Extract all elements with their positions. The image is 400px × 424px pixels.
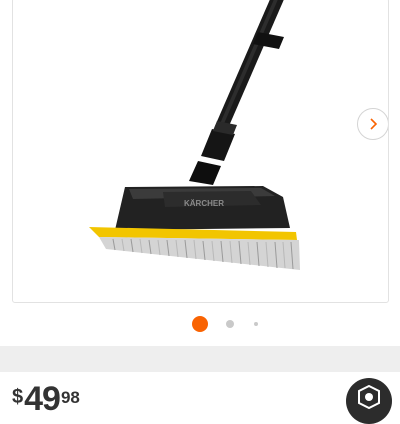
carousel-dot[interactable] [226,320,234,328]
chat-button[interactable] [346,378,392,424]
chat-badge-icon [358,385,380,410]
price-dollars: 49 [24,380,61,418]
product-image-gallery: KÄRCHER [12,0,389,303]
carousel-dot[interactable] [254,322,258,326]
brand-label: KÄRCHER [184,199,224,208]
price-cents: 98 [60,388,80,407]
section-divider [0,346,400,372]
next-image-button[interactable] [357,108,388,140]
brush-handle [189,0,284,185]
brush-head: KÄRCHER [89,186,300,270]
product-image[interactable]: KÄRCHER [13,0,388,302]
image-carousel-indicators [0,316,400,332]
price-currency: $ [12,386,24,408]
chevron-right-icon [370,118,378,130]
carousel-dot-active[interactable] [192,316,208,332]
product-price: $4998 [12,382,80,416]
